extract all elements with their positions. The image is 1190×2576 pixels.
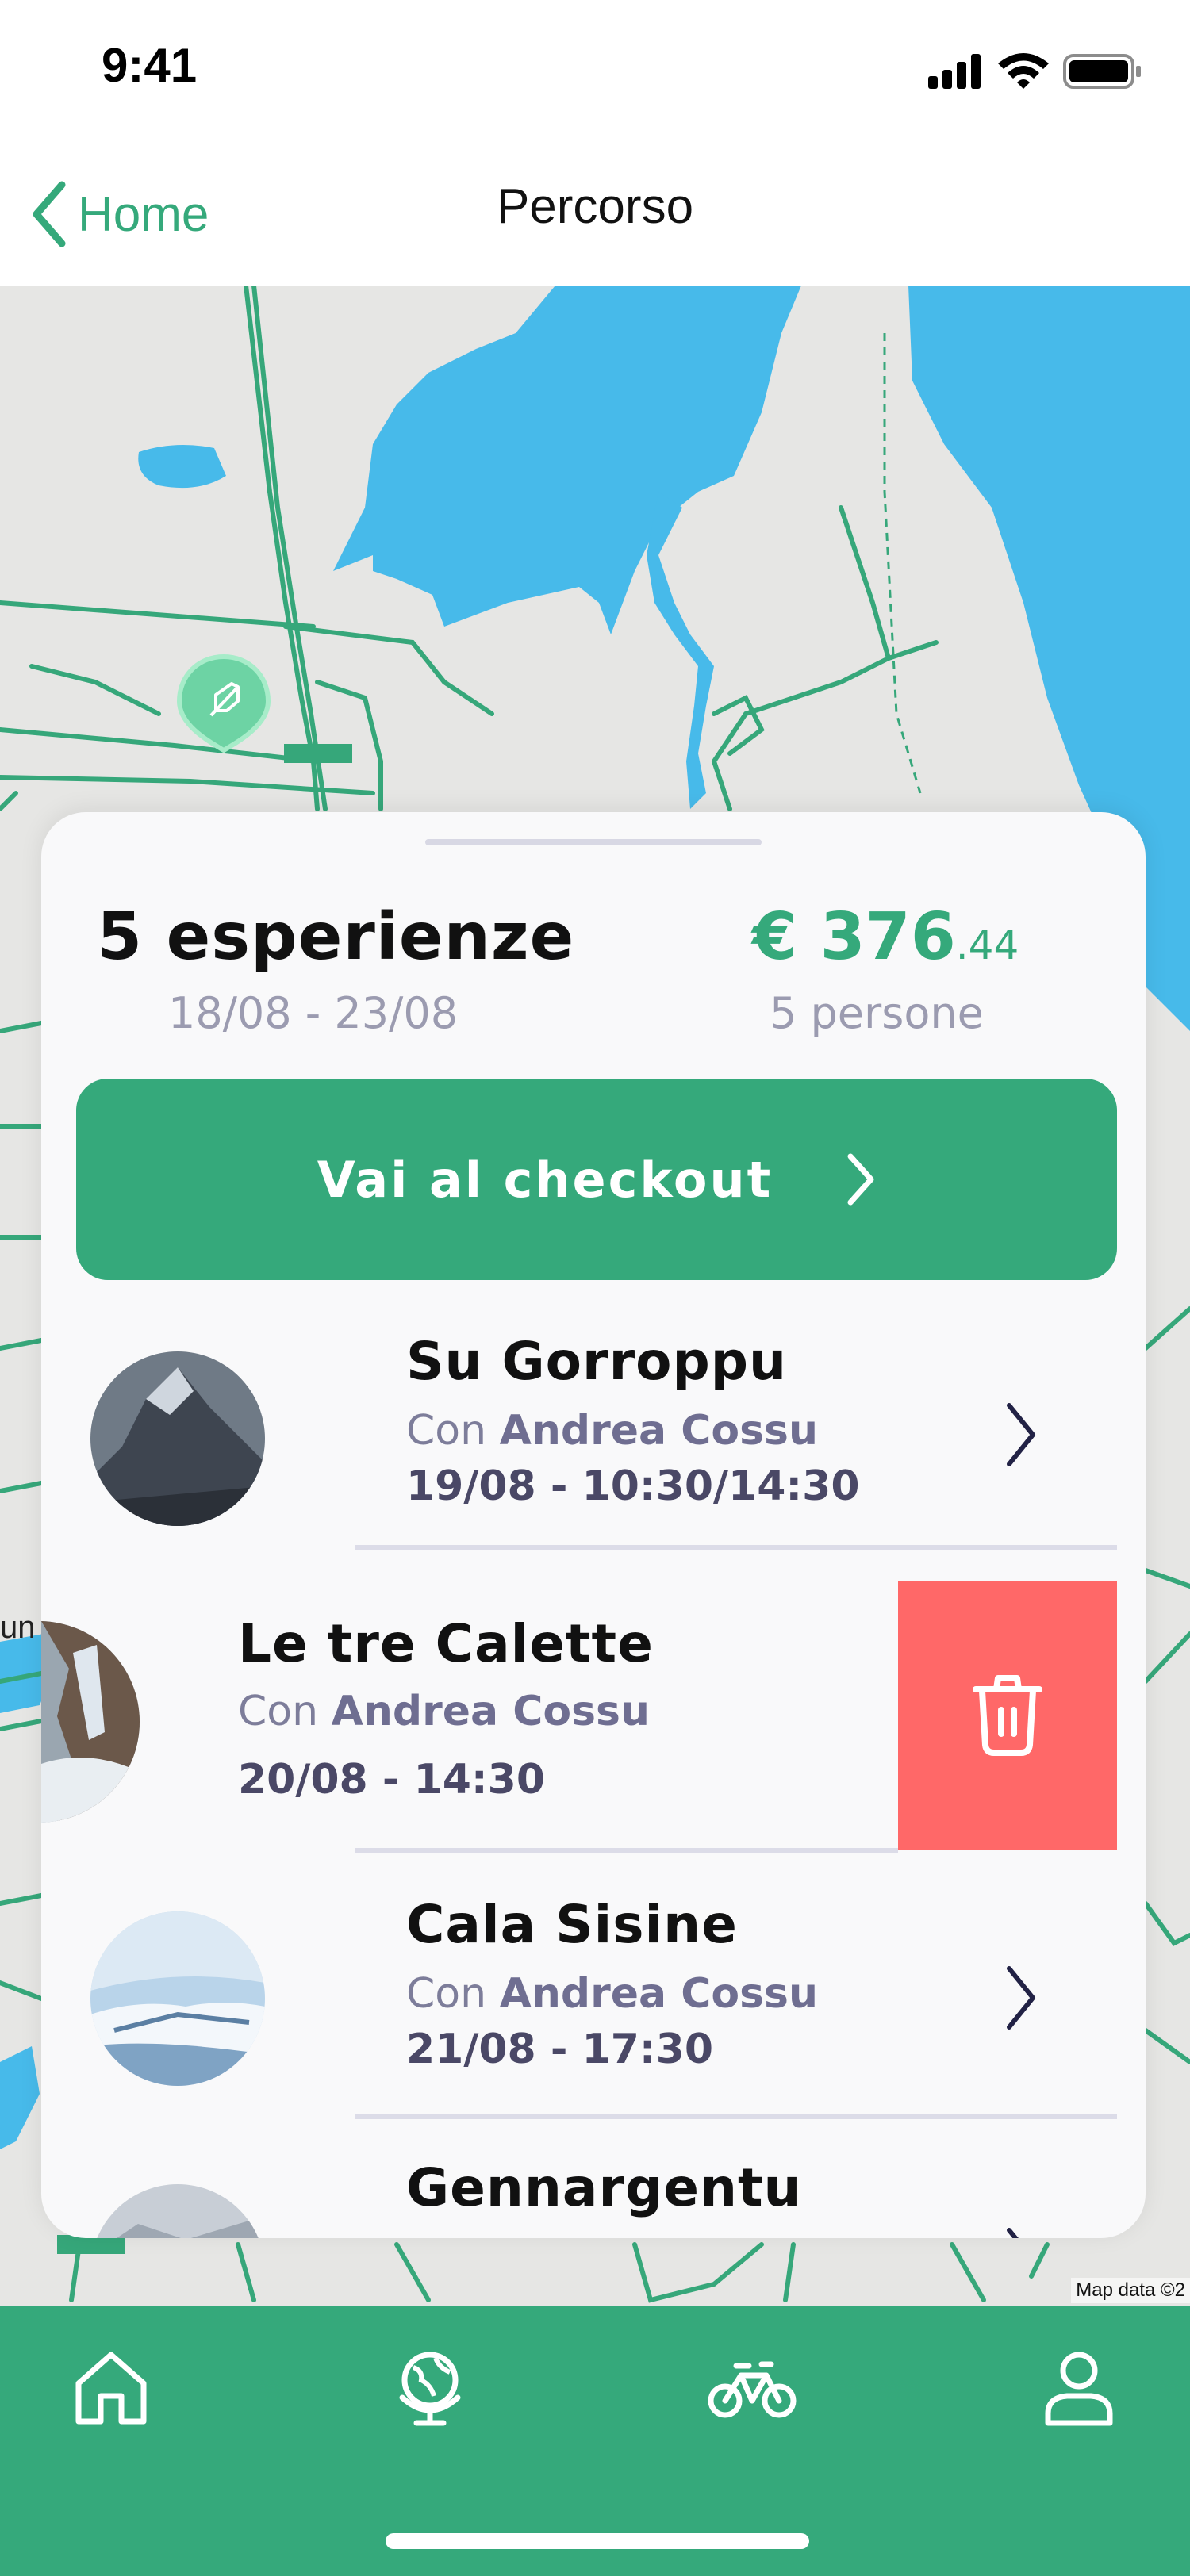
- experience-thumbnail: [90, 2184, 265, 2238]
- experience-guide: Con Andrea Cossu: [406, 1970, 819, 2018]
- experience-time: 20/08 - 14:30: [238, 1756, 546, 1804]
- list-item[interactable]: Su Gorroppu Con Andrea Cossu 19/08 - 10:…: [41, 1304, 1146, 1574]
- tab-activities[interactable]: [697, 2332, 808, 2443]
- row-divider: [355, 1848, 898, 1853]
- bicycle-icon: [708, 2361, 797, 2418]
- experience-time: 19/08 - 10:30/14:30: [406, 1462, 860, 1510]
- checkout-button[interactable]: Vai al checkout: [76, 1079, 1117, 1280]
- people-count: 5 persone: [770, 988, 984, 1038]
- price-decimals: .44: [955, 922, 1019, 968]
- status-time: 9:41: [102, 39, 198, 92]
- status-icons: [928, 48, 1142, 95]
- user-icon: [1045, 2352, 1113, 2426]
- date-range: 18/08 - 23/08: [168, 988, 459, 1038]
- experience-title: Su Gorroppu: [406, 1331, 787, 1392]
- experiences-sheet[interactable]: 5 esperienze 18/08 - 23/08 € 376.44 5 pe…: [41, 812, 1146, 2238]
- home-indicator: [386, 2533, 809, 2549]
- back-button[interactable]: Home: [29, 174, 209, 254]
- map-place-label: un: [0, 1610, 36, 1645]
- sheet-handle[interactable]: [425, 839, 762, 845]
- home-icon: [75, 2352, 147, 2425]
- list-item[interactable]: Cala Sisine Con Andrea Cossu 21/08 - 17:…: [41, 1867, 1146, 2137]
- chevron-right-icon[interactable]: [1001, 1399, 1041, 1470]
- experience-thumbnail: [41, 1621, 140, 1823]
- trash-icon: [973, 1675, 1042, 1756]
- experiences-count: 5 esperienze: [97, 899, 575, 975]
- chevron-right-icon[interactable]: [1001, 2224, 1041, 2238]
- experience-thumbnail: [90, 1911, 265, 2086]
- tab-home[interactable]: [56, 2332, 167, 2443]
- tab-profile[interactable]: [1023, 2332, 1134, 2443]
- wifi-icon: [998, 53, 1049, 89]
- signal-icon: [928, 54, 981, 89]
- delete-button[interactable]: [898, 1581, 1117, 1850]
- price-main: € 376: [752, 899, 956, 975]
- back-label: Home: [78, 186, 209, 242]
- chevron-right-icon[interactable]: [1001, 1962, 1041, 2034]
- tab-explore[interactable]: [374, 2332, 486, 2443]
- experience-title: Le tre Calette: [238, 1613, 654, 1674]
- experience-title: Cala Sisine: [406, 1894, 738, 1955]
- list-item[interactable]: Gennargentu: [41, 2137, 1146, 2238]
- map-pin-icon[interactable]: [176, 654, 271, 753]
- map-credit: Map data ©2: [1071, 2278, 1190, 2303]
- battery-icon: [1063, 54, 1141, 89]
- checkout-label: Vai al checkout: [317, 1150, 774, 1209]
- chevron-right-icon: [847, 1153, 874, 1206]
- experience-title: Gennargentu: [406, 2157, 802, 2218]
- experience-guide: Con Andrea Cossu: [238, 1688, 651, 1735]
- row-divider: [355, 2114, 1117, 2119]
- globe-icon: [399, 2352, 461, 2426]
- chevron-left-icon: [33, 181, 66, 247]
- row-divider: [355, 1545, 1117, 1550]
- experience-thumbnail: [90, 1351, 265, 1526]
- total-price: € 376.44: [752, 899, 1019, 975]
- experience-guide: Con Andrea Cossu: [406, 1407, 819, 1455]
- experience-time: 21/08 - 17:30: [406, 2026, 714, 2073]
